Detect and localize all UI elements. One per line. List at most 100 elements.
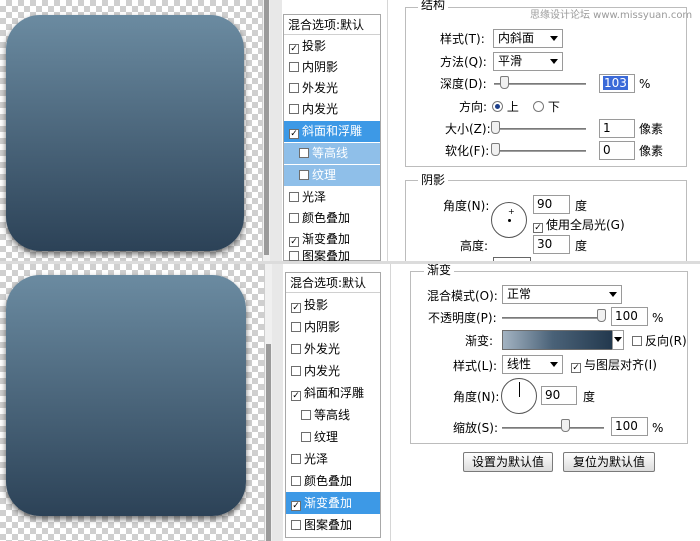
direction-down-radio[interactable]: 下 bbox=[533, 99, 560, 115]
checkbox[interactable] bbox=[299, 148, 309, 158]
checkbox[interactable] bbox=[289, 83, 299, 93]
altitude-input[interactable]: 30 bbox=[533, 235, 570, 254]
gradient-angle-dial[interactable] bbox=[501, 378, 537, 414]
checkbox[interactable] bbox=[632, 336, 642, 346]
style-item-satin[interactable]: 光泽 bbox=[284, 187, 380, 208]
scroll-thumb[interactable] bbox=[264, 0, 269, 255]
checkbox[interactable] bbox=[289, 104, 299, 114]
chevron-down-icon bbox=[609, 292, 617, 297]
size-input[interactable]: 1 bbox=[599, 119, 635, 138]
checkbox[interactable]: ✓ bbox=[289, 129, 299, 139]
style-item-outer-glow[interactable]: 外发光 bbox=[286, 338, 380, 360]
depth-label: 深度(D): bbox=[440, 77, 487, 91]
canvas-top-scrollbar[interactable] bbox=[262, 0, 270, 261]
technique-select[interactable]: 平滑 bbox=[493, 52, 563, 71]
depth-slider-handle[interactable] bbox=[500, 76, 509, 89]
style-item-inner-glow[interactable]: 内发光 bbox=[286, 360, 380, 382]
direction-up-radio[interactable]: 上 bbox=[492, 99, 519, 115]
align-with-layer-checkbox[interactable]: ✓ 与图层对齐(I) bbox=[571, 357, 657, 373]
style-item-contour[interactable]: 等高线 bbox=[284, 143, 380, 164]
checkbox[interactable] bbox=[301, 410, 311, 420]
shading-angle-input[interactable]: 90 bbox=[533, 195, 570, 214]
checkbox[interactable] bbox=[291, 366, 301, 376]
style-item-bevel-emboss[interactable]: ✓ 斜面和浮雕 bbox=[284, 121, 380, 142]
altitude-label: 高度: bbox=[460, 239, 489, 253]
style-item-inner-shadow[interactable]: 内阴影 bbox=[284, 57, 380, 78]
blending-options-item[interactable]: 混合选项:默认 bbox=[284, 15, 380, 35]
scale-input[interactable]: 100 bbox=[611, 417, 648, 436]
soften-slider-handle[interactable] bbox=[491, 143, 500, 156]
soften-slider[interactable] bbox=[494, 150, 586, 152]
icon-tile-bottom bbox=[6, 275, 246, 516]
checkbox[interactable] bbox=[289, 62, 299, 72]
soften-input[interactable]: 0 bbox=[599, 141, 635, 160]
global-light-checkbox[interactable]: ✓ 使用全局光(G) bbox=[533, 217, 625, 233]
depth-input[interactable]: 103 bbox=[599, 74, 635, 93]
style-item-drop-shadow[interactable]: ✓ 投影 bbox=[284, 36, 380, 57]
checkbox[interactable]: ✓ bbox=[571, 363, 581, 373]
radio-on[interactable] bbox=[492, 101, 503, 112]
checkbox[interactable]: ✓ bbox=[291, 501, 301, 511]
style-item-color-overlay[interactable]: 颜色叠加 bbox=[284, 208, 380, 229]
checkbox[interactable] bbox=[291, 476, 301, 486]
style-item-pattern-overlay[interactable]: 图案叠加 bbox=[284, 250, 380, 261]
style-item-gradient-overlay[interactable]: ✓ 渐变叠加 bbox=[284, 229, 380, 250]
gradient-dropdown[interactable] bbox=[612, 330, 624, 350]
gradient-angle-unit: 度 bbox=[583, 390, 596, 404]
gradient-style-select[interactable]: 线性 bbox=[502, 355, 563, 374]
angle-dial[interactable]: + bbox=[491, 202, 527, 238]
style-item-color-overlay[interactable]: 颜色叠加 bbox=[286, 470, 380, 492]
checkbox[interactable]: ✓ bbox=[289, 44, 299, 54]
opacity-input[interactable]: 100 bbox=[611, 307, 648, 326]
checkbox[interactable] bbox=[289, 251, 299, 261]
checkbox[interactable] bbox=[289, 213, 299, 223]
gradient-angle-input[interactable]: 90 bbox=[541, 386, 577, 405]
style-item-outer-glow[interactable]: 外发光 bbox=[284, 78, 380, 99]
style-item-pattern-overlay[interactable]: 图案叠加 bbox=[286, 514, 380, 536]
bevel-style-select[interactable]: 内斜面 bbox=[493, 29, 563, 48]
soften-label: 软化(F): bbox=[445, 144, 490, 158]
style-item-satin[interactable]: 光泽 bbox=[286, 448, 380, 470]
blend-mode-select[interactable]: 正常 bbox=[502, 285, 622, 304]
blending-options-item[interactable]: 混合选项:默认 bbox=[286, 273, 380, 293]
scale-slider[interactable] bbox=[502, 427, 604, 429]
radio-off[interactable] bbox=[533, 101, 544, 112]
gradient-picker[interactable] bbox=[502, 330, 614, 350]
make-default-button[interactable]: 设置为默认值 bbox=[463, 452, 553, 472]
opacity-slider-handle[interactable] bbox=[597, 309, 606, 322]
reverse-checkbox[interactable]: 反向(R) bbox=[632, 333, 687, 349]
shading-angle-unit: 度 bbox=[575, 199, 588, 213]
checkbox[interactable] bbox=[301, 432, 311, 442]
style-item-contour[interactable]: 等高线 bbox=[286, 404, 380, 426]
style-item-inner-shadow[interactable]: 内阴影 bbox=[286, 316, 380, 338]
styles-list-top: 混合选项:默认 ✓ 投影 内阴影 外发光 内发光 ✓ 斜面和浮雕 等高线 纹理 光泽… bbox=[283, 14, 381, 261]
scale-slider-handle[interactable] bbox=[561, 419, 570, 432]
direction-label: 方向: bbox=[459, 100, 488, 114]
canvas-bottom-scrollbar[interactable] bbox=[264, 264, 272, 541]
style-item-texture[interactable]: 纹理 bbox=[286, 426, 380, 448]
styles-list-bottom: 混合选项:默认 ✓ 投影 内阴影 外发光 内发光 ✓ 斜面和浮雕 等高线 纹理 光泽… bbox=[285, 272, 381, 538]
checkbox[interactable] bbox=[291, 344, 301, 354]
opacity-slider[interactable] bbox=[502, 317, 604, 319]
style-item-drop-shadow[interactable]: ✓ 投影 bbox=[286, 294, 380, 316]
checkbox[interactable] bbox=[291, 454, 301, 464]
style-item-bevel-emboss[interactable]: ✓ 斜面和浮雕 bbox=[286, 382, 380, 404]
opacity-label: 不透明度(P): bbox=[428, 311, 497, 325]
size-slider-handle[interactable] bbox=[491, 121, 500, 134]
style-item-gradient-overlay[interactable]: ✓ 渐变叠加 bbox=[286, 492, 380, 514]
style-item-inner-glow[interactable]: 内发光 bbox=[284, 99, 380, 120]
style-item-texture[interactable]: 纹理 bbox=[284, 165, 380, 186]
checkbox[interactable] bbox=[291, 322, 301, 332]
reset-default-button[interactable]: 复位为默认值 bbox=[563, 452, 655, 472]
checkbox[interactable] bbox=[299, 170, 309, 180]
checkbox[interactable]: ✓ bbox=[291, 391, 301, 401]
checkbox[interactable] bbox=[291, 520, 301, 530]
divider bbox=[272, 264, 283, 541]
blend-mode-label: 混合模式(O): bbox=[427, 289, 498, 303]
checkbox[interactable] bbox=[289, 192, 299, 202]
checkbox[interactable]: ✓ bbox=[533, 223, 543, 233]
size-slider[interactable] bbox=[494, 128, 586, 130]
checkbox[interactable]: ✓ bbox=[289, 237, 299, 247]
scroll-thumb[interactable] bbox=[266, 344, 271, 541]
checkbox[interactable]: ✓ bbox=[291, 303, 301, 313]
